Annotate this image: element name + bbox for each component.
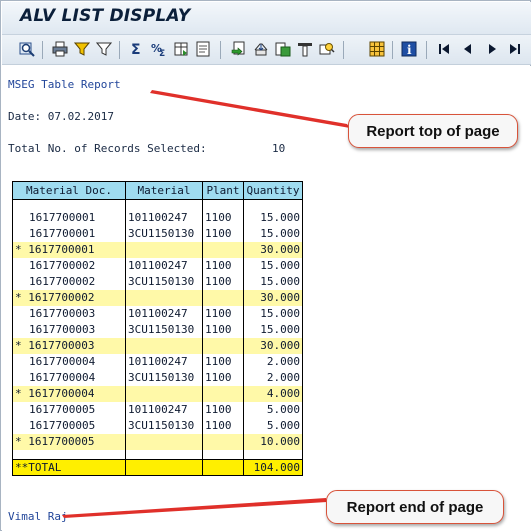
layout-icon[interactable]	[369, 41, 385, 57]
toolbar-separator	[392, 41, 393, 59]
toolbar-separator	[220, 41, 221, 59]
print-icon[interactable]	[52, 41, 68, 57]
next-page-icon[interactable]	[484, 41, 500, 57]
toolbar-separator	[343, 41, 344, 59]
toolbar-separator	[42, 41, 43, 59]
export-icon[interactable]	[173, 41, 189, 57]
mail-icon[interactable]	[253, 41, 269, 57]
details-icon[interactable]	[19, 41, 35, 57]
sum-icon[interactable]: Σ	[129, 41, 145, 57]
sort-descending-icon[interactable]	[297, 41, 313, 57]
callout-end-of-page: Report end of page	[326, 490, 504, 524]
application-toolbar: Σ % Σ i	[2, 35, 531, 65]
arrow-end	[62, 498, 327, 518]
local-file-icon[interactable]	[231, 41, 247, 57]
filter-icon[interactable]	[74, 41, 90, 57]
callout-top-of-page: Report top of page	[348, 114, 518, 148]
previous-page-icon[interactable]	[460, 41, 476, 57]
subtotal-icon[interactable]: % Σ	[151, 41, 167, 57]
arrow-top	[150, 90, 350, 128]
filter-settings-icon[interactable]	[96, 41, 112, 57]
svg-text:Σ: Σ	[159, 49, 165, 57]
sort-ascending-icon[interactable]	[275, 41, 291, 57]
title-bar: ALV LIST DISPLAY	[2, 2, 531, 35]
toolbar-separator	[426, 41, 427, 59]
info-icon[interactable]: i	[401, 41, 417, 57]
toolbar-separator	[119, 41, 120, 59]
window-title: ALV LIST DISPLAY	[20, 6, 191, 26]
last-page-icon[interactable]	[507, 41, 523, 57]
alv-window: ALV LIST DISPLAY Σ % Σ i MSEG Table Repo…	[0, 0, 531, 531]
svg-text:i: i	[407, 43, 412, 57]
first-page-icon[interactable]	[436, 41, 452, 57]
find-icon[interactable]	[319, 41, 335, 57]
svg-text:Σ: Σ	[131, 42, 141, 57]
word-icon[interactable]	[195, 41, 211, 57]
report-list-area: MSEG Table Report Date: 07.02.2017 Total…	[2, 66, 531, 531]
